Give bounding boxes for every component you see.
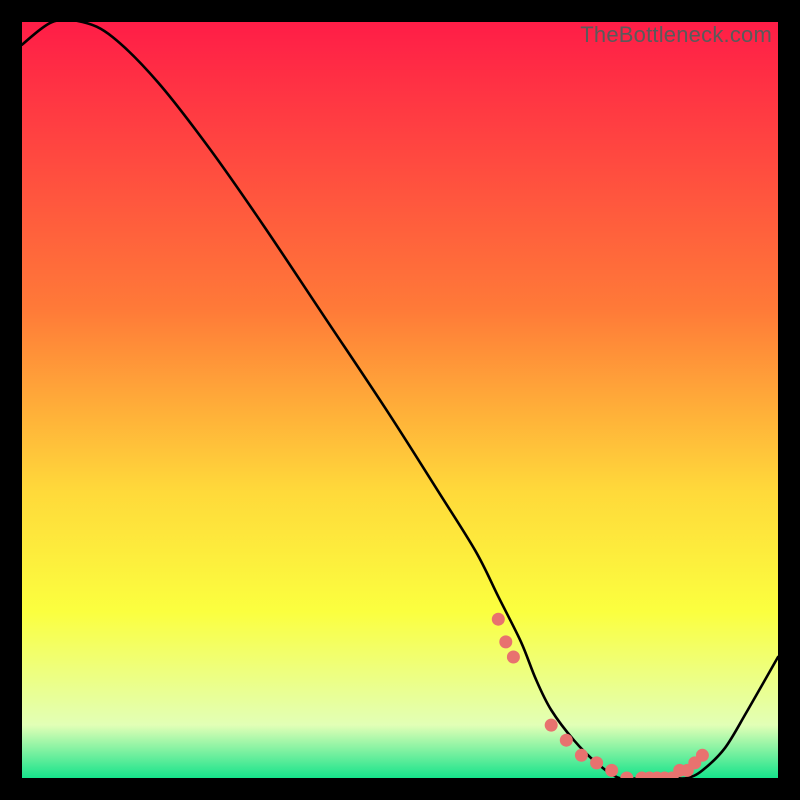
highlight-dot xyxy=(507,651,520,664)
highlight-dot xyxy=(605,764,618,777)
highlight-dot xyxy=(560,734,573,747)
highlight-dot xyxy=(545,719,558,732)
highlight-dots xyxy=(492,613,709,778)
chart-overlay xyxy=(22,22,778,778)
plot-frame: TheBottleneck.com xyxy=(22,22,778,778)
chart-stage: TheBottleneck.com xyxy=(0,0,800,800)
bottleneck-curve xyxy=(22,22,778,778)
highlight-dot xyxy=(492,613,505,626)
highlight-dot xyxy=(575,749,588,762)
watermark-text: TheBottleneck.com xyxy=(580,22,772,48)
highlight-dot xyxy=(696,749,709,762)
highlight-dot xyxy=(590,756,603,769)
highlight-dot xyxy=(620,772,633,779)
highlight-dot xyxy=(499,635,512,648)
